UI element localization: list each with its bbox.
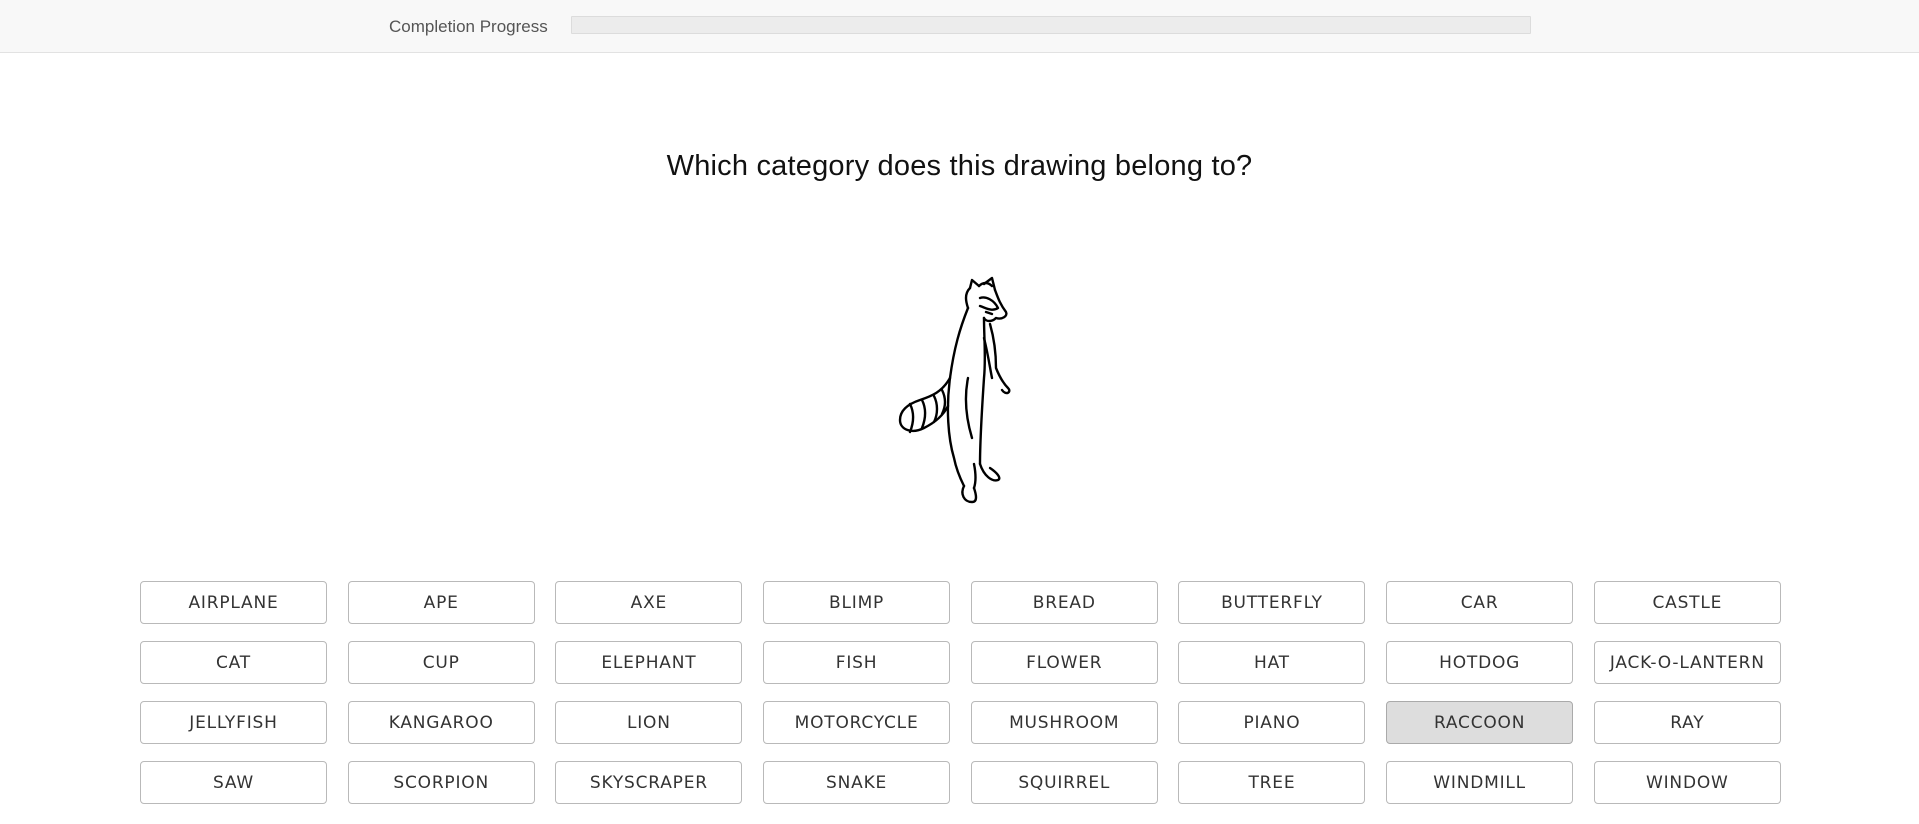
category-button-axe[interactable]: AXE [555,581,743,624]
progress-label: Completion Progress [389,17,548,36]
category-button-bread[interactable]: BREAD [970,581,1158,624]
category-button-window[interactable]: WINDOW [1593,761,1781,804]
category-button-elephant[interactable]: ELEPHANT [555,641,743,684]
category-button-raccoon[interactable]: RACCOON [1386,701,1574,744]
category-button-flower[interactable]: FLOWER [970,641,1158,684]
category-button-kangaroo[interactable]: KANGAROO [347,701,535,744]
category-button-blimp[interactable]: BLIMP [763,581,951,624]
top-bar: Completion Progress [0,0,1919,53]
category-button-hotdog[interactable]: HOTDOG [1386,641,1574,684]
category-button-mushroom[interactable]: MUSHROOM [970,701,1158,744]
category-button-saw[interactable]: SAW [140,761,327,804]
question-prompt: Which category does this drawing belong … [666,150,1253,182]
category-button-squirrel[interactable]: SQUIRREL [970,761,1158,804]
category-button-lion[interactable]: LION [555,701,743,744]
category-button-jellyfish[interactable]: JELLYFISH [140,701,327,744]
category-button-cat[interactable]: CAT [140,641,327,684]
category-button-scorpion[interactable]: SCORPION [347,761,535,804]
category-button-butterfly[interactable]: BUTTERFLY [1178,581,1366,624]
category-button-hat[interactable]: HAT [1178,641,1366,684]
category-button-car[interactable]: CAR [1386,581,1574,624]
category-button-cup[interactable]: CUP [347,641,535,684]
category-button-ray[interactable]: RAY [1593,701,1781,744]
category-button-ape[interactable]: APE [347,581,535,624]
completion-progress-bar [571,16,1531,34]
category-button-skyscraper[interactable]: SKYSCRAPER [555,761,743,804]
category-button-castle[interactable]: CASTLE [1593,581,1781,624]
category-button-windmill[interactable]: WINDMILL [1386,761,1574,804]
category-grid: AIRPLANE APE AXE BLIMP BREAD BUTTERFLY CAR CAST… [140,581,1781,804]
category-button-snake[interactable]: SNAKE [763,761,951,804]
category-button-fish[interactable]: FISH [763,641,951,684]
category-button-jack-o-lantern[interactable]: JACK-O-LANTERN [1593,641,1781,684]
category-button-airplane[interactable]: AIRPLANE [140,581,327,624]
category-button-motorcycle[interactable]: MOTORCYCLE [763,701,951,744]
category-button-tree[interactable]: TREE [1178,761,1366,804]
raccoon-drawing [898,276,1011,504]
category-button-piano[interactable]: PIANO [1178,701,1366,744]
